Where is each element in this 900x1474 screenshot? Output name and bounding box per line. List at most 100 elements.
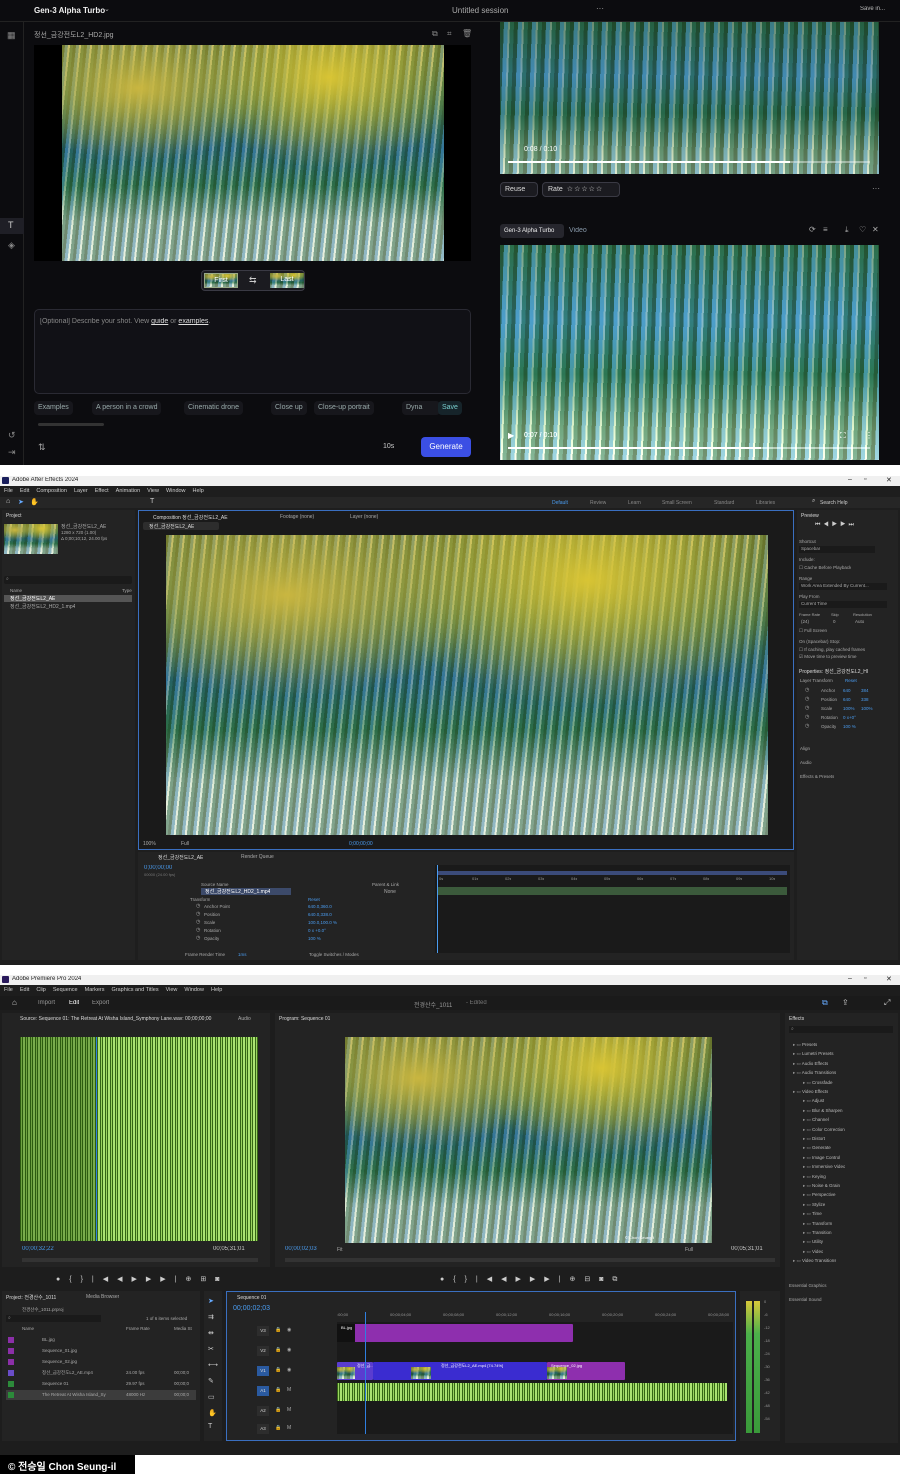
chip-closeup[interactable]: Close up	[271, 401, 307, 415]
hand-tool-icon[interactable]: ✋	[208, 1409, 217, 1417]
save-in-button[interactable]: Save in...	[860, 6, 885, 12]
effects-folder[interactable]: ▸ ▭ Presets	[793, 1042, 817, 1048]
project-item[interactable]: Sequence 01 29.97 fps 00;00;0	[6, 1379, 196, 1389]
track-header-v2[interactable]: V2	[257, 1346, 269, 1356]
effects-folder[interactable]: ▸ ▭ Generate	[803, 1145, 831, 1151]
col-name[interactable]: Name	[10, 588, 22, 593]
timeline-tab[interactable]: 정선_금강전도L2_AE	[158, 854, 203, 861]
prop-value-a[interactable]: 0 x+0°	[843, 715, 856, 720]
align-section[interactable]: Align	[800, 746, 810, 751]
effects-folder[interactable]: ▸ ▭ Stylize	[803, 1202, 825, 1208]
full-screen-checkbox[interactable]: ☐ Full Screen	[799, 628, 827, 634]
razor-icon[interactable]: ✂	[208, 1345, 214, 1353]
source-tab[interactable]: Source: Sequence 01: The Retreat At Wish…	[20, 1016, 220, 1022]
save-chip[interactable]: Save	[438, 401, 462, 415]
transform-group[interactable]: Transform	[190, 897, 210, 902]
ripple-edit-icon[interactable]: ⇹	[208, 1329, 214, 1337]
generate-button[interactable]: Generate	[421, 437, 471, 457]
effects-presets-section[interactable]: Effects & Presets	[800, 774, 834, 779]
project-item[interactable]: BL.jpg	[6, 1335, 196, 1345]
audio-waveform[interactable]	[20, 1037, 258, 1241]
chip-examples[interactable]: Examples	[34, 401, 73, 415]
star-icon[interactable]: ☆☆☆☆☆	[567, 186, 603, 193]
stopwatch-icon[interactable]: ◷	[805, 714, 809, 720]
effects-folder[interactable]: ▸ ▭ Blur & Sharpen	[803, 1108, 843, 1114]
first-frame-button[interactable]: First	[204, 273, 238, 288]
clip-audio[interactable]	[337, 1383, 727, 1401]
source-scrubber[interactable]	[22, 1258, 258, 1262]
track-header-a3[interactable]: A3	[257, 1424, 269, 1434]
audio-section[interactable]: Audio	[800, 760, 812, 765]
prop-value[interactable]: 0 x +0.0°	[308, 928, 326, 933]
prop-value[interactable]: 100 %	[308, 936, 321, 941]
stopwatch-icon[interactable]: ◷	[196, 911, 200, 917]
effects-folder[interactable]: ▸ ▭ Noise & Grain	[803, 1183, 840, 1189]
project-tab[interactable]: Project: 전경산수_1011	[6, 1294, 56, 1301]
maximize-icon[interactable]: ▫	[864, 975, 866, 982]
share-icon[interactable]: ⇪	[842, 998, 849, 1007]
chip-person[interactable]: A person in a crowd	[92, 401, 162, 415]
chevron-down-icon[interactable]: ⌄	[104, 5, 110, 13]
project-item[interactable]: 정선_금강전도L2_HD2_1.mp4	[4, 603, 132, 610]
effects-folder[interactable]: ▸ ▭ Transition	[803, 1230, 832, 1236]
close-icon[interactable]: ✕	[872, 225, 879, 234]
workspace-small[interactable]: Small Screen	[662, 500, 692, 506]
source-playhead[interactable]	[96, 1037, 97, 1241]
source-time[interactable]: 00;00;32;22	[22, 1246, 54, 1252]
mute-icon[interactable]: M	[287, 1387, 291, 1393]
sequence-tab[interactable]: Sequence 01	[237, 1295, 266, 1301]
refresh-icon[interactable]: ⟳	[809, 225, 816, 234]
menu-help[interactable]: Help	[211, 987, 222, 993]
menu-sequence[interactable]: Sequence	[53, 987, 78, 993]
move-time-checkbox[interactable]: ☑ Move time to preview time	[799, 654, 857, 660]
search-icon[interactable]: ⌕	[812, 498, 815, 505]
program-viewer-image[interactable]: © Chon Seung-il	[345, 1037, 712, 1243]
selection-tool-icon[interactable]: ➤	[208, 1297, 214, 1305]
prop-value-b[interactable]: 100%	[861, 706, 873, 711]
lock-icon[interactable]: 🔒	[275, 1387, 281, 1393]
prompt-input[interactable]: [Optional] Describe your shot. View guid…	[34, 309, 471, 394]
menu-view[interactable]: View	[166, 987, 178, 993]
grid-icon[interactable]: ▦	[7, 30, 16, 41]
program-transport[interactable]: ●{}|◀◀▶▶▶|⊕⊟◙⧉	[440, 1275, 626, 1284]
trash-icon[interactable]: 🗑	[462, 29, 472, 38]
resolution-select[interactable]: Full	[181, 841, 189, 847]
viewer-time[interactable]: 0;00;00;00	[349, 841, 373, 847]
shortcut-select[interactable]: Spacebar	[799, 546, 875, 553]
layer-bar[interactable]	[437, 887, 787, 895]
effects-folder[interactable]: ▸ ▭ Lumetri Presets	[793, 1051, 834, 1057]
stopwatch-icon[interactable]: ◷	[805, 696, 809, 702]
video-1[interactable]: 0:08 / 0:10	[500, 22, 879, 174]
prop-value[interactable]: 640.0,360.0	[308, 904, 332, 909]
stopwatch-icon[interactable]: ◷	[196, 903, 200, 909]
clip-v1a[interactable]: 정선_금...	[337, 1362, 374, 1380]
guide-link[interactable]: guide	[151, 318, 168, 325]
effects-folder[interactable]: ▸ ▭ Crossfade	[803, 1080, 833, 1086]
col-media-start[interactable]: Media St	[174, 1326, 192, 1331]
track-header-v1[interactable]: V1	[257, 1366, 269, 1376]
video-1-scrubber[interactable]	[508, 161, 870, 163]
menu-file[interactable]: File	[4, 488, 13, 494]
effects-folder[interactable]: ▸ ▭ Video Effects	[793, 1089, 828, 1095]
prop-value-a[interactable]: 100 %	[843, 724, 856, 729]
menu-markers[interactable]: Markers	[85, 987, 105, 993]
track-header-a1[interactable]: A1	[257, 1386, 269, 1396]
tab-export[interactable]: Export	[92, 1000, 109, 1006]
effects-folder[interactable]: ▸ ▭ Image Control	[803, 1155, 840, 1161]
clip-bl[interactable]: BL.jpg	[337, 1324, 573, 1342]
tab-import[interactable]: Import	[38, 1000, 55, 1006]
preview-tab[interactable]: Preview	[801, 513, 819, 519]
stopwatch-icon[interactable]: ◷	[805, 723, 809, 729]
close-icon[interactable]: ✕	[886, 975, 892, 983]
prop-value-a[interactable]: 640	[843, 697, 851, 702]
lock-icon[interactable]: 🔒	[275, 1347, 281, 1353]
layer-transform-reset[interactable]: Reset	[845, 678, 857, 683]
workspace-icon[interactable]: ⧉	[822, 998, 828, 1008]
stopwatch-icon[interactable]: ◷	[805, 705, 809, 711]
effects-folder[interactable]: ▸ ▭ Audio Transitions	[793, 1070, 836, 1076]
mute-icon[interactable]: M	[287, 1407, 291, 1413]
effects-folder[interactable]: ▸ ▭ Audio Effects	[793, 1061, 828, 1067]
heart-icon[interactable]: ♡	[859, 225, 866, 234]
clip-v1b[interactable]: 정선_금강전도L2_AE.mp4 [74.74%]	[373, 1362, 547, 1380]
play-icon[interactable]: ▶	[508, 431, 514, 440]
